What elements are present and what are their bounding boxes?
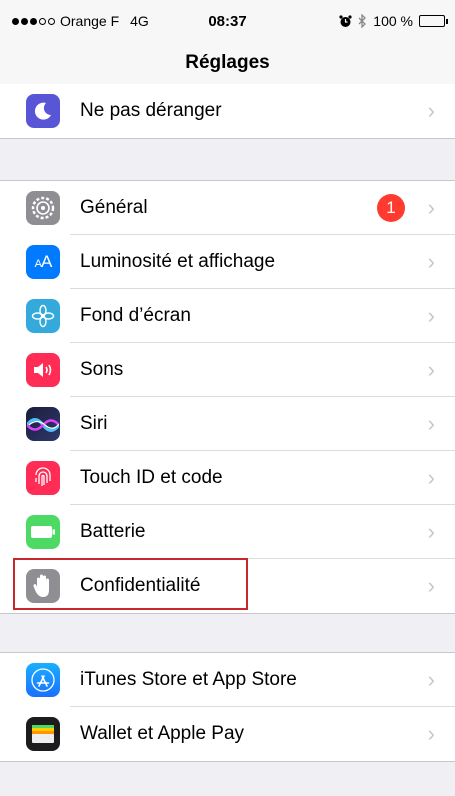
settings-group-general: Général 1 › AA Luminosité et affichage ›… [0,180,455,614]
settings-group-focus: Ne pas déranger › [0,84,455,139]
settings-item-luminosite[interactable]: AA Luminosité et affichage › [0,235,455,289]
settings-item-batterie[interactable]: Batterie › [0,505,455,559]
settings-item-label: Siri [80,413,108,434]
notification-badge: 1 [377,194,405,222]
settings-item-general[interactable]: Général 1 › [0,181,455,235]
settings-item-fond-ecran[interactable]: Fond d’écran › [0,289,455,343]
chevron-right-icon: › [427,519,435,544]
settings-item-label: Batterie [80,521,146,542]
alarm-icon [339,14,352,27]
chevron-right-icon: › [427,98,435,123]
flower-icon [26,299,60,333]
bluetooth-icon [358,14,367,28]
settings-item-label: Luminosité et affichage [80,251,276,272]
chevron-right-icon: › [427,667,435,692]
text-size-icon: AA [26,245,60,279]
siri-icon [26,407,60,441]
settings-item-wallet-apple-pay[interactable]: Wallet et Apple Pay › [0,707,455,761]
settings-item-label: iTunes Store et App Store [80,669,297,690]
gear-icon [26,191,60,225]
battery-icon [26,515,60,549]
fingerprint-icon [26,461,60,495]
chevron-right-icon: › [427,303,435,328]
chevron-right-icon: › [427,411,435,436]
chevron-right-icon: › [427,195,435,220]
settings-item-label: Wallet et Apple Pay [80,723,245,744]
highlight-annotation-box [13,558,248,610]
settings-item-label: Touch ID et code [80,467,223,488]
settings-item-label: Ne pas déranger [80,100,222,121]
settings-item-label: Fond d’écran [80,305,191,326]
page-title: Réglages [185,52,270,73]
status-right: 100 % [339,13,448,29]
chevron-right-icon: › [427,357,435,382]
chevron-right-icon: › [427,573,435,598]
wallet-icon [26,717,60,751]
chevron-right-icon: › [427,249,435,274]
battery-level-icon [419,15,448,27]
app-store-icon [26,663,60,697]
settings-item-label: Général [80,197,148,218]
status-bar: Orange F 4G 08:37 100 % [0,0,455,40]
settings-item-ne-pas-deranger[interactable]: Ne pas déranger › [0,84,455,138]
settings-item-siri[interactable]: Siri › [0,397,455,451]
settings-item-sons[interactable]: Sons › [0,343,455,397]
settings-item-itunes-app-store[interactable]: iTunes Store et App Store › [0,653,455,707]
battery-percentage: 100 % [373,13,413,29]
speaker-icon [26,353,60,387]
moon-icon [26,94,60,128]
chevron-right-icon: › [427,721,435,746]
chevron-right-icon: › [427,465,435,490]
settings-item-touch-id[interactable]: Touch ID et code › [0,451,455,505]
settings-item-label: Sons [80,359,124,380]
settings-group-stores: iTunes Store et App Store › Wallet et Ap… [0,652,455,762]
